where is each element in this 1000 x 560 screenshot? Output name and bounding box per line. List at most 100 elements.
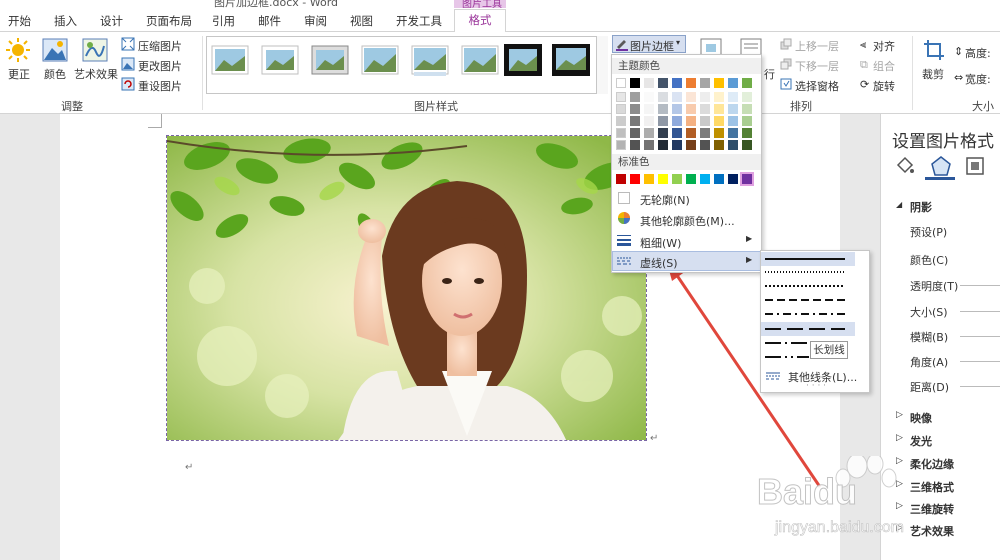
theme-color-swatch[interactable] <box>630 92 640 102</box>
standard-color-swatch[interactable] <box>672 174 682 184</box>
theme-color-swatch[interactable] <box>672 116 682 126</box>
tab-page-layout[interactable]: 页面布局 <box>146 13 192 29</box>
theme-color-swatch[interactable] <box>728 140 738 150</box>
standard-color-swatch[interactable] <box>686 174 696 184</box>
theme-color-swatch[interactable] <box>700 92 710 102</box>
theme-color-swatch[interactable] <box>742 78 752 88</box>
theme-color-swatch[interactable] <box>644 104 654 114</box>
theme-color-swatch[interactable] <box>714 78 724 88</box>
theme-color-swatch[interactable] <box>630 104 640 114</box>
theme-color-swatch[interactable] <box>644 128 654 138</box>
theme-color-swatch[interactable] <box>686 140 696 150</box>
picture-style-thumbnails[interactable] <box>208 40 598 90</box>
bring-forward-button[interactable]: 上移一层 <box>795 38 839 54</box>
section-shadow[interactable]: 阴影 <box>910 199 932 215</box>
theme-color-swatch[interactable] <box>658 116 668 126</box>
theme-color-swatch[interactable] <box>686 78 696 88</box>
theme-color-swatch[interactable] <box>714 116 724 126</box>
gallery-scroll[interactable] <box>596 36 608 94</box>
angle-slider[interactable] <box>960 361 1000 362</box>
theme-color-swatch[interactable] <box>630 116 640 126</box>
more-outline-colors-item[interactable]: 其他轮廓颜色(M)... <box>640 213 735 229</box>
compress-pictures-button[interactable]: 压缩图片 <box>138 38 182 54</box>
theme-color-swatch[interactable] <box>630 78 640 88</box>
standard-color-swatch[interactable] <box>740 172 754 186</box>
theme-color-swatch[interactable] <box>616 78 626 88</box>
theme-color-swatch[interactable] <box>728 104 738 114</box>
theme-color-swatch[interactable] <box>658 78 668 88</box>
standard-color-swatch[interactable] <box>658 174 668 184</box>
theme-color-swatch[interactable] <box>742 128 752 138</box>
theme-color-swatch[interactable] <box>700 116 710 126</box>
selection-pane-button[interactable]: 选择窗格 <box>795 78 839 94</box>
crop-button[interactable]: 裁剪 <box>922 66 944 82</box>
inserted-picture[interactable] <box>166 135 647 441</box>
theme-color-swatch[interactable] <box>700 104 710 114</box>
tab-developer[interactable]: 开发工具 <box>396 13 442 29</box>
tab-view[interactable]: 视图 <box>350 13 373 29</box>
color-button[interactable]: 颜色 <box>44 66 66 82</box>
theme-color-swatch[interactable] <box>728 116 738 126</box>
standard-color-swatch[interactable] <box>644 174 654 184</box>
theme-color-swatch[interactable] <box>728 92 738 102</box>
theme-color-swatch[interactable] <box>700 78 710 88</box>
theme-color-swatch[interactable] <box>630 128 640 138</box>
no-outline-item[interactable]: 无轮廓(N) <box>640 192 690 208</box>
tab-design[interactable]: 设计 <box>100 13 123 29</box>
theme-color-swatch[interactable] <box>658 140 668 150</box>
tab-home[interactable]: 开始 <box>8 13 31 29</box>
theme-color-swatch[interactable] <box>644 92 654 102</box>
theme-color-swatch[interactable] <box>728 128 738 138</box>
theme-color-swatch[interactable] <box>728 78 738 88</box>
standard-color-swatch[interactable] <box>630 174 640 184</box>
layout-properties-icon[interactable] <box>964 155 986 177</box>
theme-color-swatch[interactable] <box>686 128 696 138</box>
theme-color-swatch[interactable] <box>714 104 724 114</box>
theme-color-swatch[interactable] <box>616 128 626 138</box>
theme-color-swatch[interactable] <box>658 128 668 138</box>
artistic-effects-button[interactable]: 艺术效果 <box>74 66 118 82</box>
resize-grip-icon[interactable]: · · · · <box>806 381 826 391</box>
theme-color-swatch[interactable] <box>616 140 626 150</box>
theme-color-swatch[interactable] <box>658 104 668 114</box>
standard-color-swatch[interactable] <box>728 174 738 184</box>
theme-color-swatch[interactable] <box>644 116 654 126</box>
tab-insert[interactable]: 插入 <box>54 13 77 29</box>
theme-color-swatch[interactable] <box>714 140 724 150</box>
theme-color-swatch[interactable] <box>742 92 752 102</box>
rotate-button[interactable]: 旋转 <box>873 78 895 94</box>
theme-color-swatch[interactable] <box>644 78 654 88</box>
standard-color-row[interactable] <box>616 172 760 186</box>
tab-format[interactable]: 格式 <box>454 9 506 33</box>
group-button[interactable]: 组合 <box>873 58 895 74</box>
size-slider[interactable] <box>960 311 1000 312</box>
theme-color-swatch[interactable] <box>658 92 668 102</box>
theme-color-swatch[interactable] <box>630 140 640 150</box>
theme-color-grid[interactable] <box>616 78 760 150</box>
standard-color-swatch[interactable] <box>700 174 710 184</box>
theme-color-swatch[interactable] <box>672 140 682 150</box>
change-picture-button[interactable]: 更改图片 <box>138 58 182 74</box>
theme-color-swatch[interactable] <box>714 92 724 102</box>
theme-color-swatch[interactable] <box>672 104 682 114</box>
theme-color-swatch[interactable] <box>686 104 696 114</box>
fill-line-icon[interactable] <box>894 155 916 177</box>
theme-color-swatch[interactable] <box>700 128 710 138</box>
theme-color-swatch[interactable] <box>644 140 654 150</box>
send-backward-button[interactable]: 下移一层 <box>795 58 839 74</box>
theme-color-swatch[interactable] <box>742 140 752 150</box>
dashes-item[interactable]: 虚线(S) <box>640 255 678 271</box>
tab-mailings[interactable]: 邮件 <box>258 13 281 29</box>
theme-color-swatch[interactable] <box>672 92 682 102</box>
theme-color-swatch[interactable] <box>616 104 626 114</box>
theme-color-swatch[interactable] <box>686 116 696 126</box>
line-weight-item[interactable]: 粗细(W) <box>640 235 681 251</box>
theme-color-swatch[interactable] <box>672 78 682 88</box>
reset-picture-button[interactable]: 重设图片 <box>138 78 182 94</box>
standard-color-swatch[interactable] <box>616 174 626 184</box>
tab-review[interactable]: 审阅 <box>304 13 327 29</box>
section-reflection[interactable]: 映像 <box>910 410 932 426</box>
theme-color-swatch[interactable] <box>672 128 682 138</box>
align-button[interactable]: 对齐 <box>873 38 895 54</box>
theme-color-swatch[interactable] <box>742 104 752 114</box>
